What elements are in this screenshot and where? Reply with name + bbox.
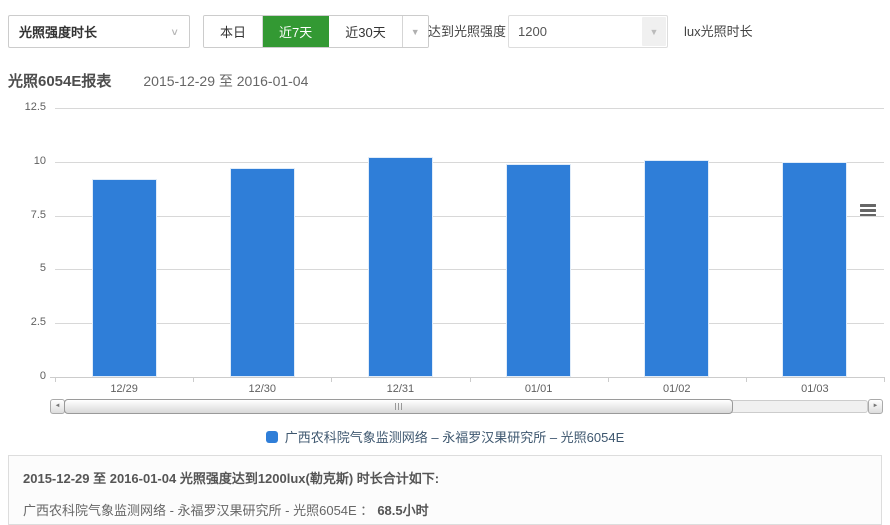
y-axis-label: 5	[0, 262, 46, 274]
x-axis-tick	[470, 377, 471, 382]
bar[interactable]	[92, 179, 157, 377]
gridline	[55, 269, 884, 270]
range-button-7days[interactable]: 近7天	[263, 16, 329, 47]
chart-canvas: 0 2.5 5 7.5 10 12.5 12/2912/3012/3101/0101/020…	[0, 95, 890, 395]
x-axis-line	[50, 377, 884, 378]
x-axis-label: 12/31	[331, 383, 469, 395]
gridline	[55, 216, 884, 217]
scrollbar-grip-icon	[395, 403, 402, 410]
hamburger-menu-icon[interactable]	[858, 203, 878, 221]
report-page: 光照强度时长 ∨ 本日 近7天 近30天 ▼ 达到光照强度 ▼ lux光照时长 …	[0, 0, 890, 514]
date-range-button-group: 本日 近7天 近30天 ▼	[203, 15, 429, 48]
range-button-today[interactable]: 本日	[204, 16, 263, 47]
chart-legend: 广西农科院气象监测网络 – 永福罗汉果研究所 – 光照6054E	[0, 427, 890, 446]
threshold-label: 达到光照强度	[428, 15, 506, 48]
bar[interactable]	[368, 157, 433, 377]
scrollbar-thumb[interactable]	[64, 399, 733, 414]
unit-label: lux光照时长	[684, 15, 753, 48]
scroll-left-icon[interactable]: ◄	[50, 399, 65, 414]
gridline	[55, 108, 884, 109]
x-axis-label: 01/02	[608, 383, 746, 395]
report-header: 光照6054E报表 2015-12-29 至 2016-01-04	[8, 70, 308, 92]
threshold-input[interactable]	[509, 16, 641, 47]
summary-row-label: 广西农科院气象监测网络 - 永福罗汉果研究所 - 光照6054E ：	[23, 503, 373, 518]
bar[interactable]	[230, 168, 295, 377]
legend-marker-icon	[266, 431, 278, 443]
summary-row: 广西农科院气象监测网络 - 永福罗汉果研究所 - 光照6054E ： 68.5小时	[23, 500, 867, 519]
bar[interactable]	[644, 160, 709, 377]
page-title: 光照6054E报表	[8, 70, 111, 91]
scroll-right-icon[interactable]: ►	[868, 399, 883, 414]
date-range-text: 2015-12-29 至 2016-01-04	[143, 71, 308, 91]
y-axis-label: 0	[0, 370, 46, 382]
gridline	[55, 323, 884, 324]
chart-horizontal-scrollbar: ◄ ►	[50, 399, 883, 415]
combo-caret-down-icon[interactable]: ▼	[642, 17, 666, 46]
x-axis-tick	[55, 377, 56, 382]
legend-item[interactable]: 广西农科院气象监测网络 – 永福罗汉果研究所 – 光照6054E	[266, 427, 625, 446]
x-axis-label: 12/30	[193, 383, 331, 395]
gridline	[55, 162, 884, 163]
bar[interactable]	[782, 162, 847, 377]
toolbar: 光照强度时长 ∨ 本日 近7天 近30天 ▼ 达到光照强度 ▼ lux光照时长	[0, 15, 890, 48]
metric-select[interactable]: 光照强度时长 ∨	[8, 15, 190, 48]
x-axis-tick	[608, 377, 609, 382]
metric-select-value: 光照强度时长	[19, 22, 170, 41]
bar[interactable]	[506, 164, 571, 377]
x-axis-tick	[884, 377, 885, 382]
x-axis-tick	[746, 377, 747, 382]
x-axis-label: 01/03	[746, 383, 884, 395]
y-axis-label: 10	[0, 155, 46, 167]
y-axis-label: 7.5	[0, 209, 46, 221]
x-axis-label: 12/29	[55, 383, 193, 395]
chevron-down-icon: ∨	[170, 26, 179, 37]
x-axis-tick	[193, 377, 194, 382]
summary-panel: 2015-12-29 至 2016-01-04 光照强度达到1200lux(勒克…	[8, 455, 882, 525]
x-axis-tick	[331, 377, 332, 382]
x-axis-label: 01/01	[470, 383, 608, 395]
y-axis-label: 12.5	[0, 101, 46, 113]
range-button-30days[interactable]: 近30天	[329, 16, 402, 47]
summary-heading: 2015-12-29 至 2016-01-04 光照强度达到1200lux(勒克…	[23, 468, 867, 487]
legend-label: 广西农科院气象监测网络 – 永福罗汉果研究所 – 光照6054E	[285, 427, 625, 446]
y-axis-label: 2.5	[0, 316, 46, 328]
summary-row-value: 68.5小时	[377, 503, 428, 518]
threshold-combo: ▼	[508, 15, 668, 48]
caret-down-icon[interactable]: ▼	[403, 16, 428, 47]
